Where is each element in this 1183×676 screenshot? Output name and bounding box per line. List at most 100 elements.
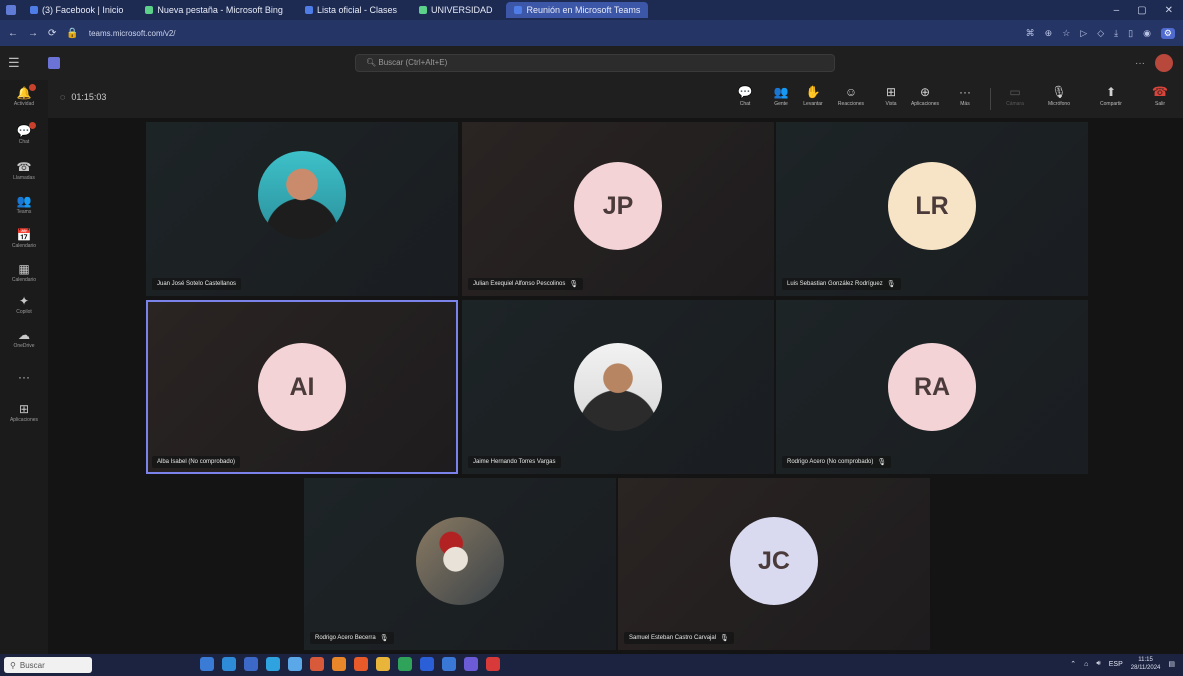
raise-hand-button[interactable]: ✋ Levantar	[796, 84, 830, 114]
tab-favicon-icon	[145, 6, 154, 14]
close-button[interactable]: ✕	[1165, 5, 1173, 16]
user-avatar[interactable]	[1155, 54, 1173, 72]
brave-icon[interactable]	[332, 657, 346, 671]
firefox-icon[interactable]	[354, 657, 368, 671]
search-input[interactable]: 🔍︎ Buscar (Ctrl+Alt+E)	[355, 54, 835, 72]
more-icon: ···	[959, 85, 971, 99]
settings-icon[interactable]: ⚙	[1160, 27, 1175, 39]
chat-button[interactable]: 💬 Chat	[728, 84, 762, 114]
search-icon: 🔍︎	[366, 58, 379, 67]
play-icon[interactable]: ▷	[1080, 28, 1087, 39]
participant-tile[interactable]: Juan José Sotelo Castellanos	[146, 122, 458, 296]
clock-time: 11:15	[1138, 657, 1153, 663]
volume-icon[interactable]: 🔊︎	[1096, 660, 1100, 668]
rail-item-onedrive[interactable]: ☁ OneDrive	[0, 328, 48, 358]
clock[interactable]: 11:15 28/11/2024	[1131, 656, 1161, 672]
chrome-icon[interactable]	[288, 657, 302, 671]
taskbar-search[interactable]: ⚲ Buscar	[4, 657, 92, 673]
profile-icon[interactable]: ◉	[1143, 28, 1151, 39]
header-right: ···	[1135, 54, 1173, 72]
share-button[interactable]: ⬆ Compartir	[1094, 84, 1128, 114]
teams-taskbar-icon[interactable]	[464, 657, 478, 671]
mic-muted-icon: 🎙︎	[886, 281, 896, 288]
browser-tab[interactable]: Lista oficial - Clases	[297, 2, 405, 18]
lock-icon[interactable]: 🔒	[66, 28, 78, 39]
view-button[interactable]: ⊞ Vista	[874, 84, 908, 114]
participant-name: Rodrigo Acero (No comprobado)	[787, 459, 874, 465]
reload-icon[interactable]: ⟳	[48, 28, 56, 39]
forward-icon[interactable]: →	[28, 28, 38, 39]
react-label: Reacciones	[837, 101, 865, 107]
rail-item-actividad[interactable]: 🔔 Actividad	[0, 84, 48, 116]
rail-item-llamadas[interactable]: ☎ Llamadas	[0, 160, 48, 190]
url-field[interactable]: teams.microsoft.com/v2/	[89, 29, 176, 38]
rail-item-copilot[interactable]: ✦ Copilot	[0, 294, 48, 324]
minimize-button[interactable]: –	[1114, 5, 1120, 16]
participant-tile[interactable]: Rodrigo Acero Becerra 🎙︎	[304, 478, 616, 650]
windows-taskbar: ⚲ Buscar ⌃ ⌂ 🔊︎ ESP 11:15 28/11/2024 ▤	[0, 654, 1183, 676]
photos-icon[interactable]	[266, 657, 280, 671]
split-icon[interactable]: ▯	[1128, 28, 1133, 39]
participant-name: Rodrigo Acero Becerra	[315, 635, 376, 641]
rail-item-teams[interactable]: 👥 Teams	[0, 194, 48, 224]
browser-tab[interactable]: (3) Facebook | Inicio	[22, 2, 131, 18]
pdf-icon[interactable]	[486, 657, 500, 671]
more-options-icon[interactable]: ···	[1135, 58, 1145, 69]
more-button[interactable]: ··· Más	[948, 84, 982, 114]
extensions-area: ⌘ ⊕ ☆ ▷ ◇ ⤓ ▯ ◉ ⚙	[1026, 27, 1175, 39]
rail-item-chat[interactable]: 💬 Chat	[0, 122, 48, 154]
people-button[interactable]: 👥 Gente	[764, 84, 798, 114]
task-view-icon[interactable]	[200, 657, 214, 671]
teams-icon: 👥	[16, 194, 32, 208]
toolbar-divider	[990, 88, 991, 110]
browser-tab[interactable]: UNIVERSIDAD	[411, 2, 501, 18]
notifications-icon[interactable]: ▤	[1168, 660, 1175, 668]
camera-button[interactable]: ▭ Cámara	[998, 84, 1032, 114]
outlook-icon[interactable]	[442, 657, 456, 671]
tab-label: UNIVERSIDAD	[430, 5, 493, 15]
rail-item-aplicaciones[interactable]: ⊞ Aplicaciones	[0, 402, 48, 432]
participant-tile[interactable]: Jaime Hernando Torres Vargas	[462, 300, 774, 474]
tray-chevron-icon[interactable]: ⌃	[1070, 660, 1076, 668]
excel-icon[interactable]	[398, 657, 412, 671]
rail-item-calendario[interactable]: 📅 Calendario	[0, 228, 48, 258]
browser-menu-icon[interactable]	[6, 5, 16, 15]
store-icon[interactable]	[244, 657, 258, 671]
microphone-button[interactable]: 🎙︎ Micrófono	[1042, 84, 1076, 114]
browser-tab[interactable]: Nueva pestaña - Microsoft Bing	[137, 2, 291, 18]
participant-tile[interactable]: RA Rodrigo Acero (No comprobado) 🎙︎	[776, 300, 1088, 474]
translate-icon[interactable]: ⌘	[1026, 28, 1035, 39]
participant-tile[interactable]: JC Samuel Esteban Castro Carvajal 🎙︎	[618, 478, 930, 650]
notification-badge	[29, 84, 36, 91]
rail-item-label: Llamadas	[13, 175, 35, 181]
app-launcher-icon[interactable]: ☰	[8, 55, 42, 71]
calendar-icon: 📅	[16, 228, 32, 242]
word-icon[interactable]	[420, 657, 434, 671]
react-button[interactable]: ☺ Reacciones	[834, 84, 868, 114]
tab-favicon-icon	[514, 6, 523, 14]
apps-button[interactable]: ⊕ Aplicaciones	[908, 84, 942, 114]
rail-item-calendario[interactable]: ▦ Calendario	[0, 262, 48, 292]
folder-icon[interactable]	[376, 657, 390, 671]
raise-hand-label: Levantar	[803, 101, 823, 107]
maximize-button[interactable]: ▢	[1137, 5, 1146, 16]
rail-item-more[interactable]: ···	[0, 370, 48, 400]
participant-tile[interactable]: LR Luis Sebastian González Rodríguez 🎙︎	[776, 122, 1088, 296]
rail-item-label: Chat	[18, 139, 30, 145]
participant-name: Samuel Esteban Castro Carvajal	[629, 635, 717, 641]
participant-tile[interactable]: JP Julian Exequiel Alfonso Pescolinos 🎙︎	[462, 122, 774, 296]
language-indicator[interactable]: ESP	[1109, 661, 1123, 668]
zoom-icon[interactable]: ⊕	[1045, 28, 1053, 39]
download-icon[interactable]: ⤓	[1114, 28, 1118, 39]
teams-logo-icon	[48, 57, 60, 69]
back-icon[interactable]: ←	[8, 28, 18, 39]
edge-icon[interactable]	[222, 657, 236, 671]
participant-tile[interactable]: AI Alba Isabel (No comprobado)	[146, 300, 458, 474]
office-icon[interactable]	[310, 657, 324, 671]
browser-tab-active[interactable]: Reunión en Microsoft Teams	[506, 2, 649, 18]
extensions-icon[interactable]: ◇	[1097, 28, 1104, 39]
rail-item-label: Calendario	[11, 277, 37, 283]
network-icon[interactable]: ⌂	[1084, 661, 1088, 668]
leave-button[interactable]: ☎ Salir	[1146, 84, 1174, 114]
bookmark-icon[interactable]: ☆	[1062, 28, 1070, 39]
